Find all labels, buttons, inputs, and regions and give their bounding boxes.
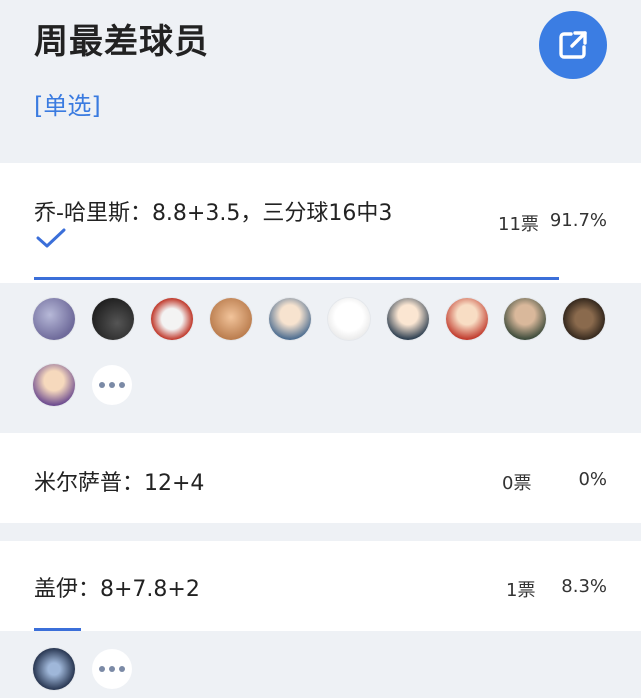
more-icon-dot [119, 382, 125, 388]
more-voters-button[interactable] [92, 649, 132, 689]
more-icon-dot [99, 382, 105, 388]
option-progress-bar [34, 628, 559, 631]
option-percent: 8.3% [561, 576, 607, 597]
checkmark-icon [36, 228, 66, 248]
poll-page: 周最差球员 [单选] 乔-哈里斯：8.8+3.5，三分球16中3 11票 91.… [0, 0, 641, 698]
more-icon-dot [99, 666, 105, 672]
option-vote-count: 1票 [506, 580, 536, 601]
more-icon-dot [119, 666, 125, 672]
more-icon-dot [109, 382, 115, 388]
poll-mode-label: [单选] [34, 92, 101, 120]
voter-avatar[interactable] [563, 298, 605, 340]
poll-option-1[interactable]: 乔-哈里斯：8.8+3.5，三分球16中3 11票 91.7% [0, 163, 641, 283]
voter-avatars-option-3 [0, 646, 641, 696]
option-percent: 91.7% [549, 210, 607, 231]
voter-avatar[interactable] [33, 298, 75, 340]
poll-option-3[interactable]: 盖伊：8+7.8+2 1票 8.3% [0, 541, 641, 631]
voter-avatar[interactable] [151, 298, 193, 340]
option-progress-bar [34, 277, 559, 280]
share-button[interactable] [539, 11, 607, 79]
voter-avatars-option-1 [0, 297, 641, 417]
option-vote-count: 11票 [498, 214, 539, 235]
external-link-icon [559, 31, 587, 59]
voter-avatar[interactable] [92, 298, 134, 340]
more-icon-dot [109, 666, 115, 672]
voter-avatar[interactable] [33, 364, 75, 406]
voter-avatar[interactable] [33, 648, 75, 690]
poll-option-2[interactable]: 米尔萨普：12+4 0票 0% [0, 433, 641, 523]
more-voters-button[interactable] [92, 365, 132, 405]
voter-avatar[interactable] [504, 298, 546, 340]
option-progress-fill [34, 628, 81, 631]
poll-title: 周最差球员 [34, 22, 209, 62]
option-progress-fill [34, 277, 559, 280]
option-label: 盖伊：8+7.8+2 [34, 577, 200, 602]
voter-avatar[interactable] [387, 298, 429, 340]
option-percent: 0% [578, 469, 607, 490]
option-label: 乔-哈里斯：8.8+3.5，三分球16中3 [34, 201, 393, 226]
option-vote-count: 0票 [502, 473, 532, 494]
voter-avatar[interactable] [446, 298, 488, 340]
voter-avatar[interactable] [328, 298, 370, 340]
voter-avatar[interactable] [210, 298, 252, 340]
option-label: 米尔萨普：12+4 [34, 471, 205, 496]
voter-avatar[interactable] [269, 298, 311, 340]
